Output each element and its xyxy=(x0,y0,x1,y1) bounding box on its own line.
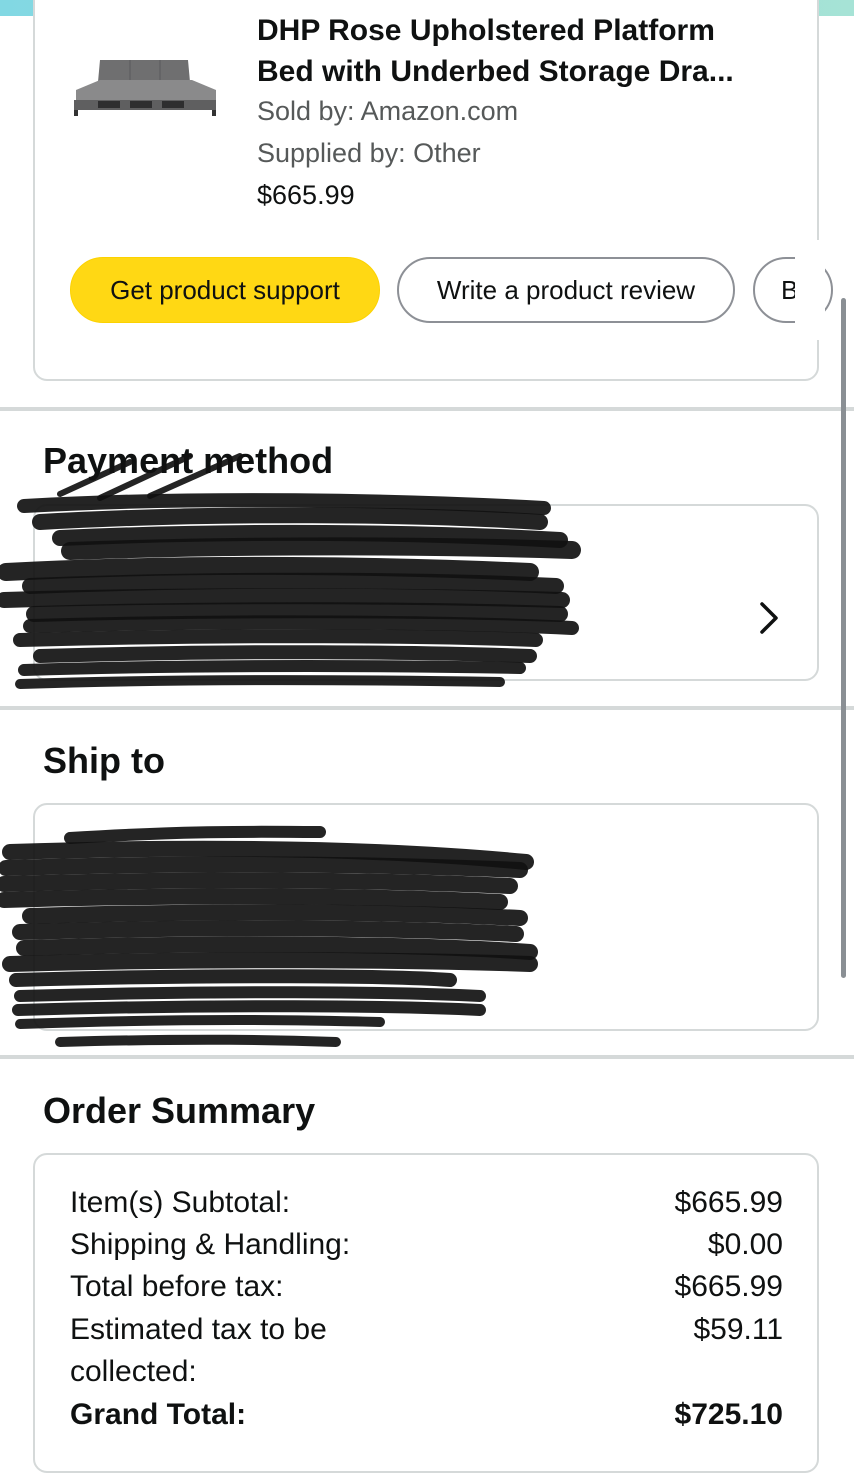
summary-label: Estimated tax to be xyxy=(70,1313,327,1346)
payment-method-card[interactable] xyxy=(33,504,819,681)
button-row-clip xyxy=(795,240,825,340)
payment-method-title: Payment method xyxy=(43,440,334,481)
summary-label: collected: xyxy=(70,1355,197,1388)
supplied-by-text: Supplied by: Other xyxy=(257,138,481,168)
summary-label: Shipping & Handling: xyxy=(70,1228,351,1261)
summary-value: $0.00 xyxy=(707,1228,783,1261)
summary-value: $59.11 xyxy=(693,1313,783,1346)
sold-by-text: Sold by: Amazon.com xyxy=(257,96,519,126)
summary-label: Total before tax: xyxy=(70,1270,284,1303)
summary-label: Item(s) Subtotal: xyxy=(70,1186,291,1219)
scrollbar[interactable] xyxy=(841,298,846,978)
section-divider xyxy=(0,407,854,411)
summary-value: $665.99 xyxy=(674,1270,783,1303)
section-divider xyxy=(0,706,854,710)
bed-image[interactable] xyxy=(70,56,220,118)
ship-to-card xyxy=(33,803,819,1031)
product-title[interactable]: DHP Rose Upholstered Platform Bed with U… xyxy=(257,10,797,92)
section-divider xyxy=(0,1055,854,1059)
summary-label: Grand Total: xyxy=(70,1398,247,1431)
product-title-line2: Bed with Underbed Storage Dra... xyxy=(257,55,734,88)
product-title-line1: DHP Rose Upholstered Platform xyxy=(257,14,715,47)
summary-value: $665.99 xyxy=(674,1186,783,1219)
summary-value: $725.10 xyxy=(674,1398,783,1431)
ship-to-title: Ship to xyxy=(43,740,165,781)
order-summary-title: Order Summary xyxy=(43,1090,316,1131)
write-product-review-button[interactable]: Write a product review xyxy=(397,257,735,323)
product-price: $665.99 xyxy=(257,180,355,210)
get-product-support-button[interactable]: Get product support xyxy=(70,257,380,323)
chevron-right-icon[interactable] xyxy=(754,598,784,638)
